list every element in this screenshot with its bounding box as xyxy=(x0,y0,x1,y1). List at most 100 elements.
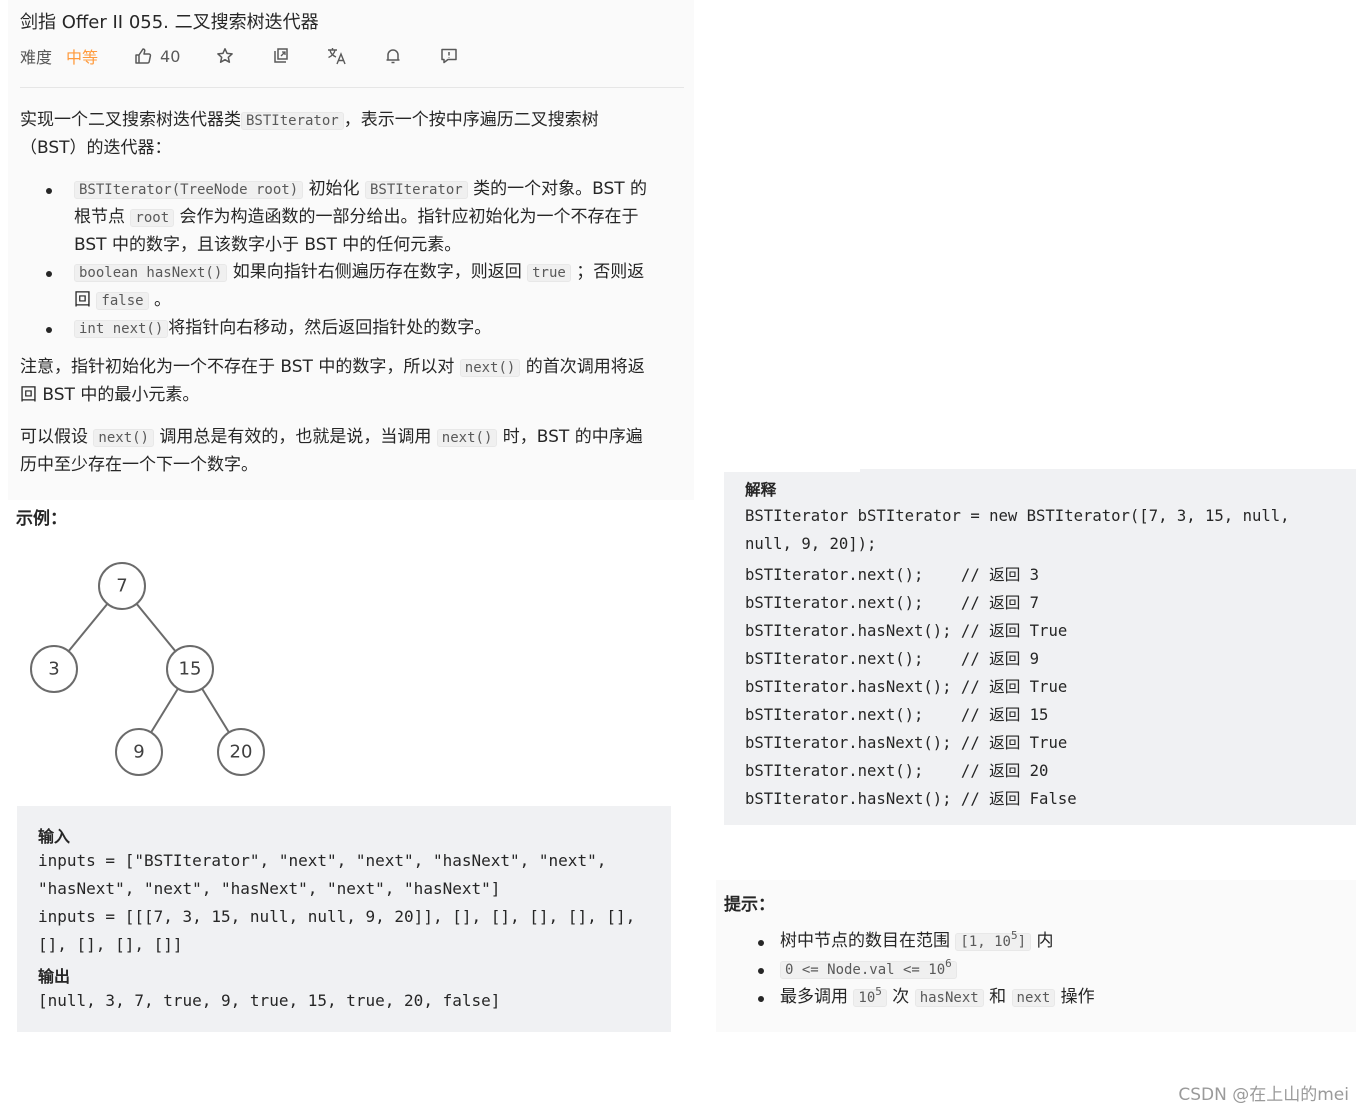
bell-icon[interactable] xyxy=(382,45,404,67)
example-title: 示例： xyxy=(16,509,67,529)
explanation-notch xyxy=(724,466,860,472)
inline-code: true xyxy=(527,264,571,282)
share-icon[interactable] xyxy=(270,45,292,67)
input-line: [], [], [], []] xyxy=(38,935,183,954)
inline-code: boolean hasNext() xyxy=(74,264,228,282)
code-text: ] xyxy=(1017,934,1027,950)
bullet-text: 会作为构造函数的一部分给出。指针应初始化为一个不存在于 xyxy=(179,207,639,227)
list-item: BSTIterator(TreeNode root) 初始化 BSTIterat… xyxy=(44,176,680,259)
inline-code: BSTIterator xyxy=(241,112,344,130)
explanation-line: bSTIterator.hasNext(); // 返回 False xyxy=(745,790,1077,808)
output-line: [null, 3, 7, true, 9, true, 15, true, 20… xyxy=(38,991,501,1010)
input-line: "hasNext", "next", "hasNext", "next", "h… xyxy=(38,879,501,898)
difficulty-label: 难度 xyxy=(20,48,53,67)
thumbs-up-icon xyxy=(132,45,154,67)
superscript: 6 xyxy=(945,957,952,971)
note-text: 时，BST 的中序遍 xyxy=(502,427,643,447)
hint-text: 内 xyxy=(1036,931,1054,951)
input-line: inputs = [[[7, 3, 15, null, null, 9, 20]… xyxy=(38,907,636,926)
intro-text: ，表示一个按中序遍历二叉搜索树 xyxy=(343,110,599,130)
superscript: 5 xyxy=(1010,929,1018,943)
translate-icon[interactable] xyxy=(326,45,348,67)
example-io-block: 输入 inputs = ["BSTIterator", "next", "nex… xyxy=(17,806,671,1032)
like-button[interactable]: 40 xyxy=(132,45,180,67)
feedback-icon[interactable] xyxy=(438,45,460,67)
bullet-text: 将指针向右移动，然后返回指针处的数字。 xyxy=(168,318,492,338)
difficulty-value: 中等 xyxy=(66,48,99,67)
note-text: 回 BST 中的最小元素。 xyxy=(20,385,200,405)
output-heading: 输出 xyxy=(38,967,71,986)
tree-node-label: 3 xyxy=(48,659,59,680)
problem-panel: 剑指 Offer II 055. 二叉搜索树迭代器 难度 中等 40 实现一个二… xyxy=(8,0,694,500)
tree-node-label: 9 xyxy=(133,742,144,763)
hint-text: 最多调用 xyxy=(780,987,848,1007)
list-item: boolean hasNext() 如果向指针右侧遍历存在数字，则返回 true… xyxy=(44,259,680,315)
note-text: 可以假设 xyxy=(20,427,88,447)
explanation-line: bSTIterator.next(); // 返回 20 xyxy=(745,762,1049,780)
explanation-heading: 解释 xyxy=(745,481,777,499)
note-paragraph: 注意，指针初始化为一个不存在于 BST 中的数字，所以对 next() 的首次调… xyxy=(20,354,680,409)
explanation-block: 解释 BSTIterator bSTIterator = new BSTIter… xyxy=(724,469,1356,825)
tree-node-label: 20 xyxy=(230,742,253,763)
inline-code: BSTIterator(TreeNode root) xyxy=(74,181,304,199)
inline-code: 0 <= Node.val <= 106 xyxy=(780,958,957,979)
hints-title: 提示： xyxy=(724,895,775,915)
inline-code: root xyxy=(130,209,175,227)
hint-text: 次 xyxy=(892,987,910,1007)
input-line: inputs = ["BSTIterator", "next", "next",… xyxy=(38,851,607,870)
list-item: 最多调用 105 次 hasNext 和 next 操作 xyxy=(756,984,1346,1012)
star-icon[interactable] xyxy=(214,45,236,67)
note-text: 注意，指针初始化为一个不存在于 BST 中的数字，所以对 xyxy=(20,357,455,377)
assumption-paragraph: 可以假设 next() 调用总是有效的，也就是说，当调用 next() 时，BS… xyxy=(20,424,680,479)
inline-code: next() xyxy=(93,429,154,447)
explanation-line: bSTIterator.next(); // 返回 3 xyxy=(745,566,1040,584)
inline-code: next() xyxy=(436,429,498,447)
code-text: [1, 10 xyxy=(960,934,1011,950)
inline-code: false xyxy=(96,292,149,310)
inline-code: next xyxy=(1011,989,1056,1007)
explanation-line: bSTIterator.hasNext(); // 返回 True xyxy=(745,622,1068,640)
note-text: 调用总是有效的，也就是说，当调用 xyxy=(159,427,432,447)
tree-node-label: 15 xyxy=(179,659,202,680)
bullet-text: BST 中的数字，且该数字小于 BST 中的任何元素。 xyxy=(74,235,462,255)
explanation-line: bSTIterator.next(); // 返回 15 xyxy=(745,706,1049,724)
bullet-text: ；否则返 xyxy=(576,262,645,282)
bullet-text: 回 xyxy=(74,290,91,310)
problem-meta-row: 难度 中等 40 xyxy=(20,44,460,68)
tree-diagram: 7 3 15 9 20 xyxy=(30,562,265,776)
tree-node-label: 7 xyxy=(116,576,127,597)
hint-text: 和 xyxy=(989,987,1007,1007)
divider xyxy=(20,87,684,88)
bullet-text: 初始化 xyxy=(308,179,360,199)
intro-paragraph: 实现一个二叉搜索树迭代器类 BSTIterator ，表示一个按中序遍历二叉搜索树 … xyxy=(20,107,680,162)
method-list: BSTIterator(TreeNode root) 初始化 BSTIterat… xyxy=(44,176,680,343)
intro-text: 实现一个二叉搜索树迭代器类 xyxy=(20,110,241,130)
list-item: 树中节点的数目在范围 [1, 105] 内 xyxy=(756,928,1346,956)
like-count: 40 xyxy=(160,46,181,66)
hint-text: 操作 xyxy=(1060,987,1095,1007)
inline-code: int next() xyxy=(74,320,169,338)
inline-code: next() xyxy=(459,359,521,377)
list-item: int next() 将指针向右移动，然后返回指针处的数字。 xyxy=(44,315,680,343)
explanation-line: bSTIterator.next(); // 返回 7 xyxy=(745,594,1040,612)
explanation-line: null, 9, 20]); xyxy=(745,535,877,553)
bullet-text: 类的一个对象。BST 的 xyxy=(473,179,648,199)
intro-text: （BST）的迭代器： xyxy=(20,138,172,158)
inline-code: [1, 105] xyxy=(955,930,1032,951)
explanation-line: bSTIterator.hasNext(); // 返回 True xyxy=(745,734,1068,752)
inline-code: BSTIterator xyxy=(364,181,468,199)
inline-code: hasNext xyxy=(914,989,984,1007)
bullet-text: 。 xyxy=(153,290,171,310)
hints-list: 树中节点的数目在范围 [1, 105] 内 0 <= Node.val <= 1… xyxy=(756,928,1346,1012)
bullet-text: 根节点 xyxy=(74,207,125,227)
hints-panel: 提示： 树中节点的数目在范围 [1, 105] 内 0 <= Node.val … xyxy=(716,880,1356,1032)
explanation-line: bSTIterator.next(); // 返回 9 xyxy=(745,650,1040,668)
inline-code: 105 xyxy=(853,986,887,1007)
superscript: 5 xyxy=(875,985,882,999)
code-text: 0 <= Node.val <= 10 xyxy=(785,962,946,978)
input-heading: 输入 xyxy=(38,827,71,846)
list-item: 0 <= Node.val <= 106 xyxy=(756,956,1346,984)
code-text: 10 xyxy=(858,990,876,1006)
explanation-line: bSTIterator.hasNext(); // 返回 True xyxy=(745,678,1068,696)
problem-title: 剑指 Offer II 055. 二叉搜索树迭代器 xyxy=(20,12,319,33)
